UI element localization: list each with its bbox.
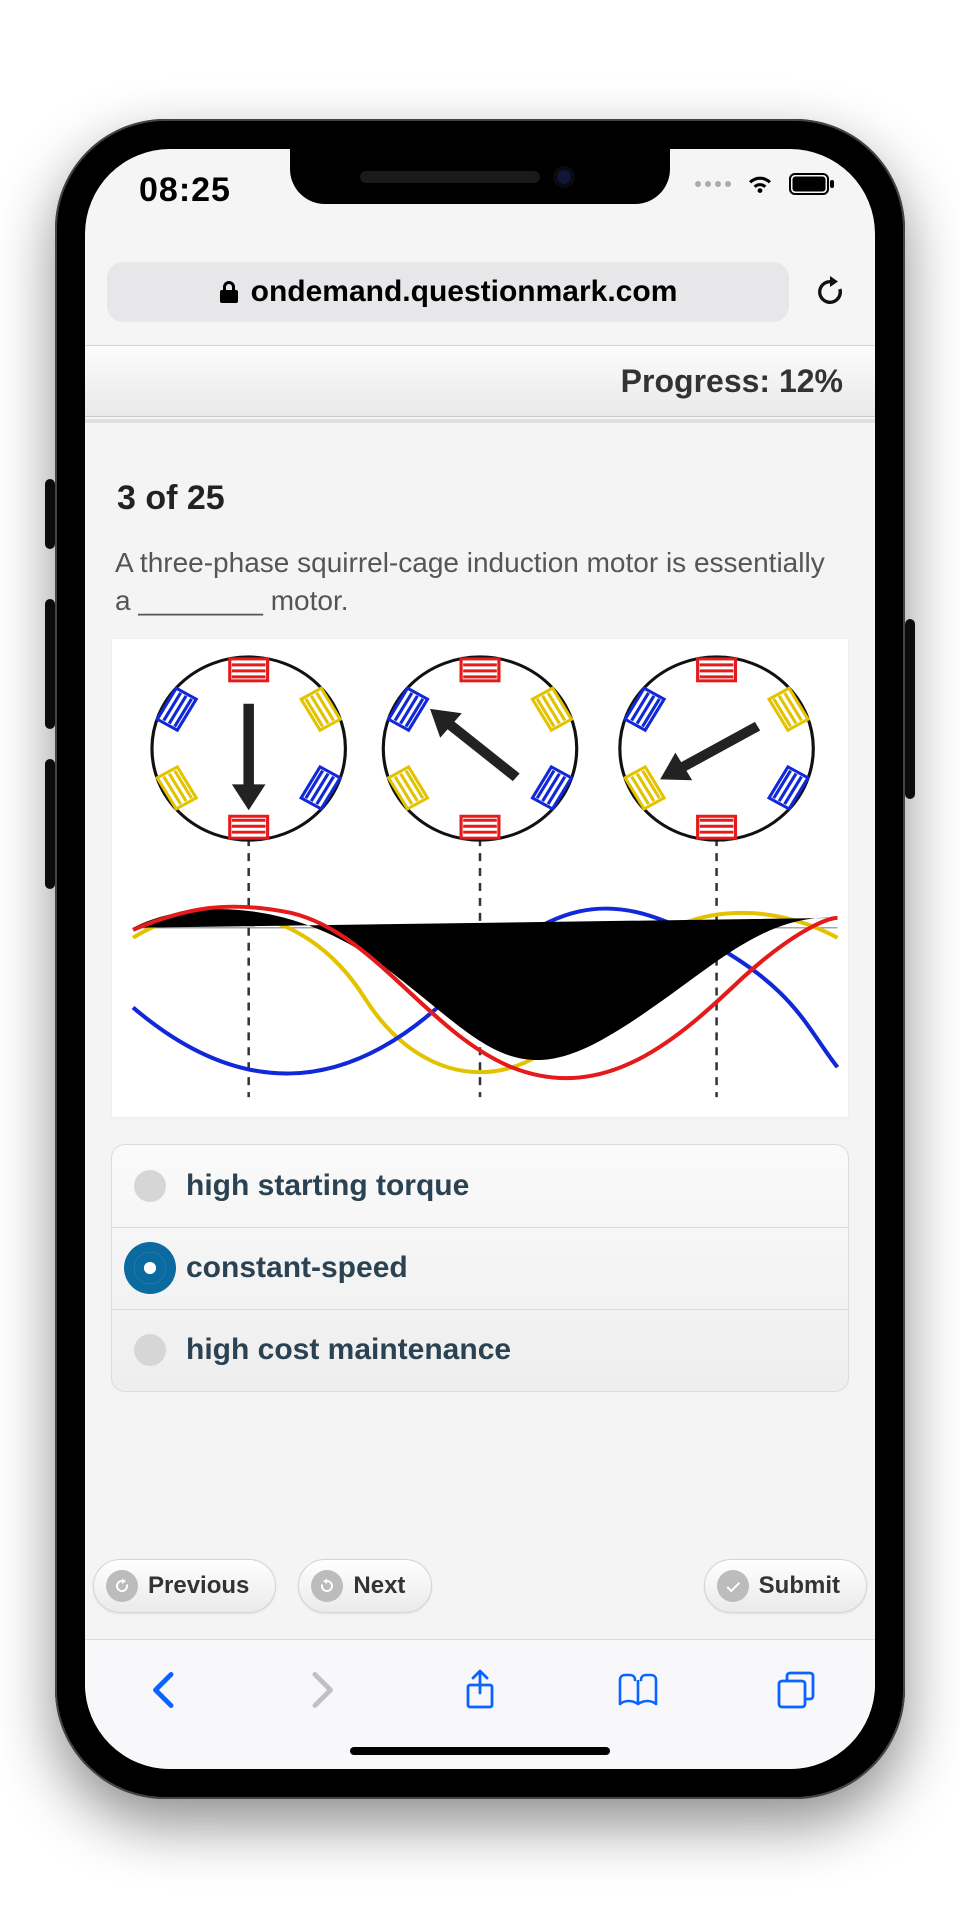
cellular-icon [695, 181, 731, 187]
forward-button[interactable] [294, 1662, 350, 1718]
question-nav: Previous Next Submit [85, 1551, 875, 1621]
url-field[interactable]: ondemand.questionmark.com [107, 262, 789, 322]
question-panel: 3 of 25 A three-phase squirrel-cage indu… [85, 419, 875, 1639]
side-button [45, 599, 55, 729]
browser-url-bar: ondemand.questionmark.com [85, 249, 875, 334]
bookmarks-button[interactable] [610, 1662, 666, 1718]
next-button[interactable]: Next [298, 1559, 432, 1613]
question-counter: 3 of 25 [117, 479, 849, 518]
radio-icon [134, 1170, 166, 1202]
option-label: high starting torque [186, 1169, 469, 1203]
status-time: 08:25 [139, 171, 231, 210]
previous-label: Previous [148, 1572, 249, 1600]
battery-icon [789, 173, 835, 195]
previous-button[interactable]: Previous [93, 1559, 276, 1613]
next-label: Next [353, 1572, 405, 1600]
options-list: high starting torque constant-speed high… [111, 1144, 849, 1392]
wifi-icon [745, 173, 775, 195]
option-2[interactable]: high cost maintenance [112, 1309, 848, 1391]
option-1[interactable]: constant-speed [112, 1227, 848, 1309]
radio-icon [134, 1334, 166, 1366]
notch [290, 149, 670, 204]
question-text: A three-phase squirrel-cage induction mo… [115, 544, 845, 620]
screen: 08:25 ondemand.questionma [85, 149, 875, 1769]
phone-frame: 08:25 ondemand.questionma [55, 119, 905, 1799]
side-button [45, 759, 55, 889]
side-button [45, 479, 55, 549]
back-button[interactable] [136, 1662, 192, 1718]
share-button[interactable] [452, 1662, 508, 1718]
previous-icon [106, 1570, 138, 1602]
option-label: constant-speed [186, 1251, 408, 1285]
progress-bar: Progress: 12% [85, 345, 875, 417]
submit-label: Submit [759, 1572, 840, 1600]
home-indicator[interactable] [350, 1747, 610, 1755]
tabs-button[interactable] [768, 1662, 824, 1718]
url-domain: ondemand.questionmark.com [251, 275, 678, 309]
reload-button[interactable] [807, 269, 853, 315]
option-0[interactable]: high starting torque [112, 1145, 848, 1227]
question-diagram [111, 638, 849, 1118]
next-icon [311, 1570, 343, 1602]
radio-icon [134, 1252, 166, 1284]
progress-label: Progress: 12% [621, 363, 843, 400]
option-label: high cost maintenance [186, 1333, 511, 1367]
submit-button[interactable]: Submit [704, 1559, 867, 1613]
side-button [905, 619, 915, 799]
lock-icon [219, 280, 239, 304]
submit-icon [717, 1570, 749, 1602]
